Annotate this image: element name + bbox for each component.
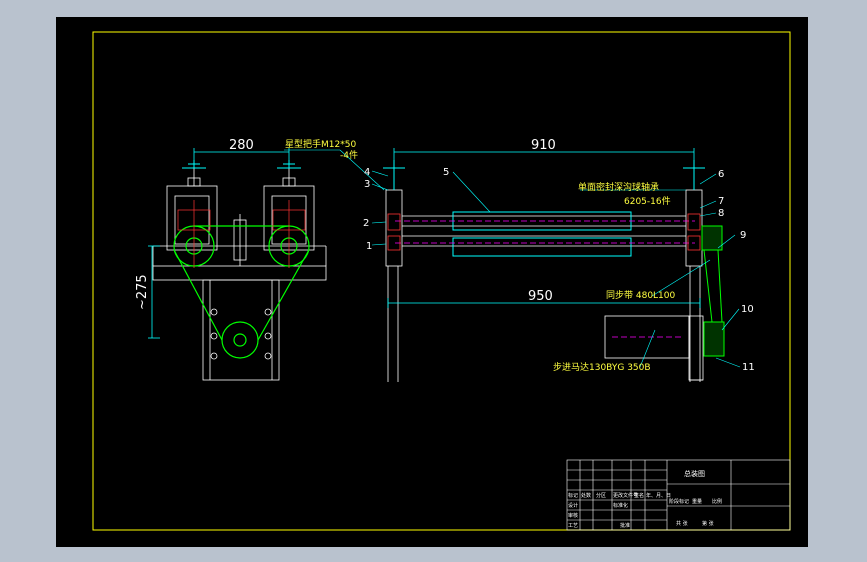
balloon-9: 9 [740,230,746,241]
balloon-11: 11 [742,362,755,373]
tb-cell-11: 审核 [568,512,578,519]
lower-roller [452,237,632,257]
balloon-10: 10 [741,304,754,315]
tb-cell-9: 重量 [692,498,702,505]
left-handle-icon [182,160,206,169]
note-handle-qty: -4件 [340,149,358,161]
cad-viewport: 280 ~275 910 950 星型把手M12*50 -4件 单面密封深沟球轴… [0,0,867,562]
note-bearing: 单面密封深沟球轴承 [578,181,659,193]
balloon-2: 2 [363,218,369,229]
tb-cell-2: 分区 [596,492,606,499]
note-belt: 同步带 480L100 [606,290,676,301]
dim-top-length: 910 [531,138,556,153]
tb-cell-14: 共 张 [676,520,688,527]
balloon-7: 7 [718,196,724,207]
right-handle-icon [277,160,301,169]
dim-bottom-length: 950 [528,289,553,304]
side-view [152,165,327,381]
drive-pulley [221,321,259,359]
tb-cell-7: 标准化 [613,502,628,509]
tb-cell-1: 处数 [581,492,591,499]
balloon-6: 6 [718,169,724,180]
handle-icon-right [683,160,705,190]
tb-cell-5: 年、月、日 [646,492,671,499]
upper-pulley [701,225,723,251]
note-handle: 星型把手M12*50 [285,138,356,150]
balloon-3: 3 [364,179,370,190]
assembly-drawing: 280 ~275 910 950 星型把手M12*50 -4件 单面密封深沟球轴… [92,31,791,531]
tb-cell-6: 设计 [568,502,578,509]
balloon-8: 8 [718,208,724,219]
right-bracket [685,189,703,267]
outer-frame [92,31,791,531]
tb-cell-10: 比例 [712,498,722,505]
balloon-1: 1 [366,241,372,252]
balloon-4: 4 [364,167,370,178]
dim-left-width: 280 [229,138,254,153]
handle-icon-left [383,160,405,190]
base-plate [152,265,327,281]
tb-cell-4: 签名 [634,492,644,499]
note-motor: 步进马达130BYG 350B [553,361,651,373]
front-view [385,189,704,382]
lower-pulley [703,321,725,357]
dim-left-height: ~275 [135,274,150,310]
balloon-5: 5 [443,167,449,178]
title-block-title: 总装图 [684,469,705,478]
support-column [202,279,280,381]
note-bearing-spec: 6205-16件 [624,195,671,207]
tb-cell-13: 批准 [620,522,630,529]
tb-cell-15: 第 张 [702,520,714,527]
tb-cell-12: 工艺 [568,523,578,529]
tb-cell-0: 标记 [568,492,578,499]
tb-cell-8: 阶段标记 [669,498,689,505]
